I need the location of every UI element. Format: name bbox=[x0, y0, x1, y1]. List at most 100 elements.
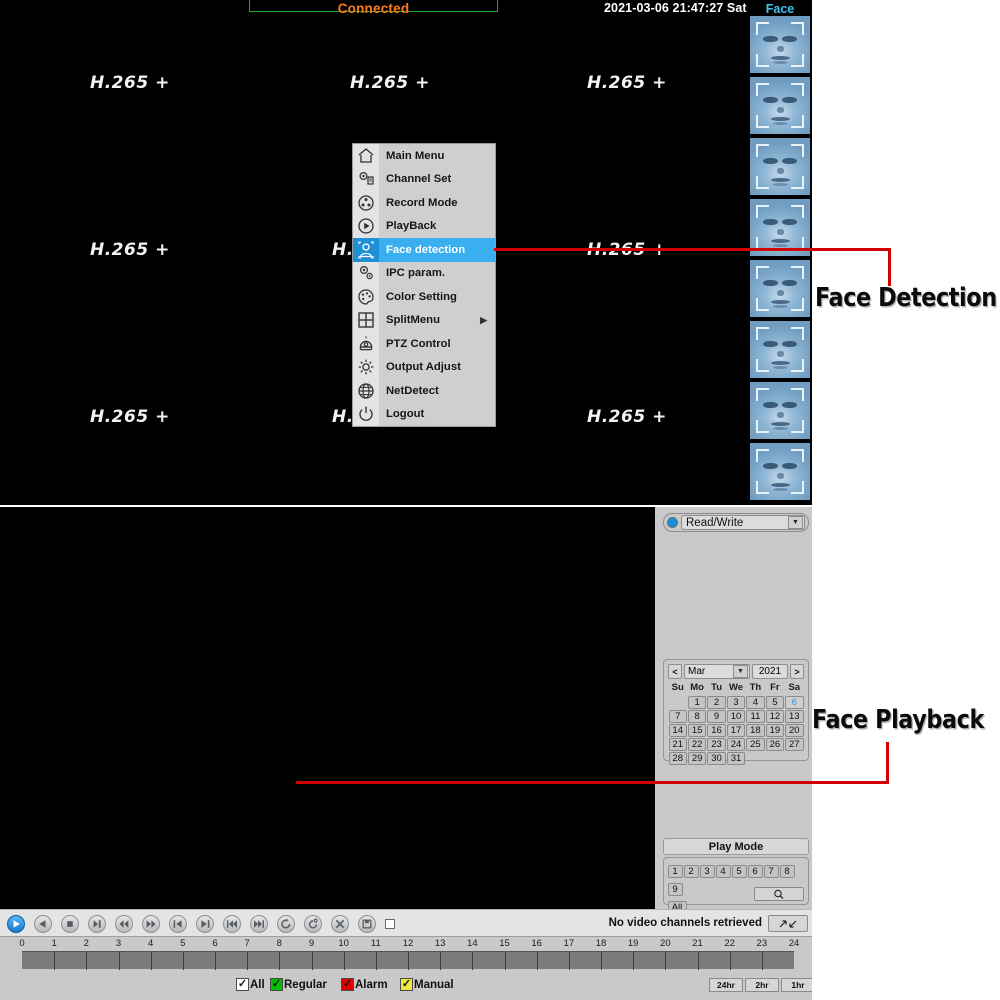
play-mode-channel-cell[interactable]: 1 bbox=[667, 865, 683, 878]
menu-item-channel-set[interactable]: Channel Set bbox=[353, 167, 495, 191]
play-mode-channel-cell[interactable]: 6 bbox=[747, 865, 763, 878]
rewind-button[interactable] bbox=[115, 915, 133, 933]
legend-item-all[interactable]: ✓ All bbox=[236, 978, 265, 991]
menu-item-output-adjust[interactable]: Output Adjust bbox=[353, 355, 495, 379]
timeline-bar[interactable] bbox=[22, 951, 794, 970]
disk-status-field[interactable]: Read/Write ▼ bbox=[681, 515, 805, 530]
legend-item-manual[interactable]: ✓ Manual bbox=[400, 978, 454, 991]
play-mode-channel-cell[interactable]: 3 bbox=[699, 865, 715, 878]
disk-status-select[interactable]: Read/Write ▼ bbox=[663, 513, 809, 532]
play-mode-channel-box[interactable]: 1 2 3 4 5 6 7 8 9 All bbox=[663, 857, 809, 914]
menu-item-color-setting[interactable]: Color Setting bbox=[353, 285, 495, 309]
slow-button[interactable] bbox=[88, 915, 106, 933]
calendar-day[interactable]: 19 bbox=[765, 723, 785, 737]
tag-button[interactable] bbox=[304, 915, 322, 933]
calendar-day[interactable]: 5 bbox=[765, 695, 785, 709]
channel-search-button[interactable] bbox=[754, 887, 804, 901]
legend-checkbox[interactable]: ✓ bbox=[236, 978, 249, 991]
calendar-day[interactable]: 3 bbox=[726, 695, 746, 709]
calendar-day[interactable]: 7 bbox=[668, 709, 687, 723]
calendar-day[interactable]: 16 bbox=[707, 723, 726, 737]
calendar-day[interactable]: 11 bbox=[746, 709, 765, 723]
play-mode-channel-cell[interactable]: 2 bbox=[683, 865, 699, 878]
menu-item-ipc-param[interactable]: IPC param. bbox=[353, 261, 495, 285]
right-click-context-menu[interactable]: Main Menu Channel Set Record Mode PlayBack F… bbox=[352, 143, 496, 427]
shrink-window-button[interactable] bbox=[768, 915, 808, 932]
legend-checkbox[interactable]: ✓ bbox=[270, 978, 283, 991]
calendar-day[interactable]: 22 bbox=[687, 737, 707, 751]
face-thumbnail[interactable] bbox=[750, 16, 810, 73]
calendar-day[interactable]: 14 bbox=[668, 723, 687, 737]
menu-item-logout[interactable]: Logout bbox=[353, 402, 495, 426]
save-button[interactable] bbox=[358, 915, 376, 933]
disk-status-radio[interactable] bbox=[667, 517, 678, 528]
loop-button[interactable] bbox=[277, 915, 295, 933]
face-thumbnail[interactable] bbox=[750, 77, 810, 134]
calendar-day[interactable]: 27 bbox=[785, 737, 804, 751]
calendar-day[interactable]: 4 bbox=[746, 695, 765, 709]
calendar-day[interactable]: 2 bbox=[707, 695, 726, 709]
fast-forward-button[interactable] bbox=[142, 915, 160, 933]
side-calendar-next-month[interactable]: > bbox=[790, 664, 804, 679]
calendar-day[interactable]: 28 bbox=[668, 751, 687, 765]
selection-checkbox[interactable] bbox=[385, 919, 395, 929]
face-thumbnail[interactable] bbox=[750, 138, 810, 195]
next-frame-button[interactable] bbox=[196, 915, 214, 933]
prev-frame-button[interactable] bbox=[169, 915, 187, 933]
legend-checkbox[interactable]: ✓ bbox=[400, 978, 413, 991]
next-file-button[interactable] bbox=[250, 915, 268, 933]
calendar-day[interactable]: 9 bbox=[707, 709, 726, 723]
face-thumbnail[interactable] bbox=[750, 382, 810, 439]
side-calendar-month-select[interactable]: Mar ▼ bbox=[684, 664, 750, 679]
calendar-day[interactable]: 8 bbox=[687, 709, 707, 723]
calendar-day[interactable]: 15 bbox=[687, 723, 707, 737]
face-thumbnail[interactable] bbox=[750, 321, 810, 378]
close-button[interactable] bbox=[331, 915, 349, 933]
calendar-day[interactable]: 29 bbox=[687, 751, 707, 765]
play-mode-channel-cell[interactable]: 9 bbox=[667, 883, 683, 896]
timeline-zoom-24hr[interactable]: 24hr bbox=[709, 978, 743, 992]
calendar-day[interactable]: 6 bbox=[785, 695, 804, 709]
chevron-down-icon[interactable]: ▼ bbox=[733, 665, 748, 678]
face-thumbnail[interactable] bbox=[750, 443, 810, 500]
side-calendar-grid[interactable]: Su Mo Tu We Th Fr Sa 1 2 3 4 5 6 7 8 9 10 11 12 13 14 15 16 17 1… bbox=[668, 682, 804, 765]
menu-item-playback[interactable]: PlayBack bbox=[353, 214, 495, 238]
legend-item-regular[interactable]: ✓ Regular bbox=[270, 978, 327, 991]
calendar-day[interactable]: 13 bbox=[785, 709, 804, 723]
menu-item-splitmenu[interactable]: SplitMenu ▶ bbox=[353, 308, 495, 332]
timeline-zoom-1hr[interactable]: 1hr bbox=[781, 978, 812, 992]
face-thumbnail[interactable] bbox=[750, 260, 810, 317]
timeline-zoom-2hr[interactable]: 2hr bbox=[745, 978, 779, 992]
menu-item-record-mode[interactable]: Record Mode bbox=[353, 191, 495, 215]
legend-checkbox[interactable]: ✓ bbox=[341, 978, 354, 991]
play-button[interactable] bbox=[7, 915, 25, 933]
reverse-button[interactable] bbox=[34, 915, 52, 933]
side-calendar-year-field[interactable]: 2021 bbox=[752, 664, 788, 679]
calendar-day[interactable]: 31 bbox=[726, 751, 746, 765]
menu-item-main-menu[interactable]: Main Menu bbox=[353, 144, 495, 168]
calendar-day[interactable]: 10 bbox=[726, 709, 746, 723]
calendar-day[interactable]: 1 bbox=[687, 695, 707, 709]
calendar-day[interactable]: 23 bbox=[707, 737, 726, 751]
calendar-day[interactable]: 25 bbox=[746, 737, 765, 751]
side-calendar[interactable]: < Mar ▼ 2021 > Su Mo Tu We Th Fr Sa 1 2 3 4 5 6 7 8 9 10 11 12 1… bbox=[663, 659, 809, 765]
calendar-day[interactable]: 12 bbox=[765, 709, 785, 723]
play-mode-channel-cell[interactable]: 4 bbox=[715, 865, 731, 878]
calendar-day[interactable]: 30 bbox=[707, 751, 726, 765]
calendar-day[interactable]: 20 bbox=[785, 723, 804, 737]
calendar-day[interactable]: 26 bbox=[765, 737, 785, 751]
calendar-day[interactable]: 18 bbox=[746, 723, 765, 737]
calendar-day[interactable]: 21 bbox=[668, 737, 687, 751]
calendar-day[interactable]: 24 bbox=[726, 737, 746, 751]
chevron-down-icon[interactable]: ▼ bbox=[788, 516, 803, 529]
legend-item-alarm[interactable]: ✓ Alarm bbox=[341, 978, 388, 991]
play-mode-channel-cell[interactable]: 5 bbox=[731, 865, 747, 878]
stop-button[interactable] bbox=[61, 915, 79, 933]
menu-item-ptz-control[interactable]: PTZ Control bbox=[353, 332, 495, 356]
calendar-day[interactable]: 17 bbox=[726, 723, 746, 737]
menu-item-face-detection[interactable]: Face detection bbox=[353, 238, 495, 262]
play-mode-channel-cell[interactable]: 8 bbox=[779, 865, 795, 878]
prev-file-button[interactable] bbox=[223, 915, 241, 933]
side-calendar-prev-month[interactable]: < bbox=[668, 664, 682, 679]
play-mode-channel-cell[interactable]: 7 bbox=[763, 865, 779, 878]
